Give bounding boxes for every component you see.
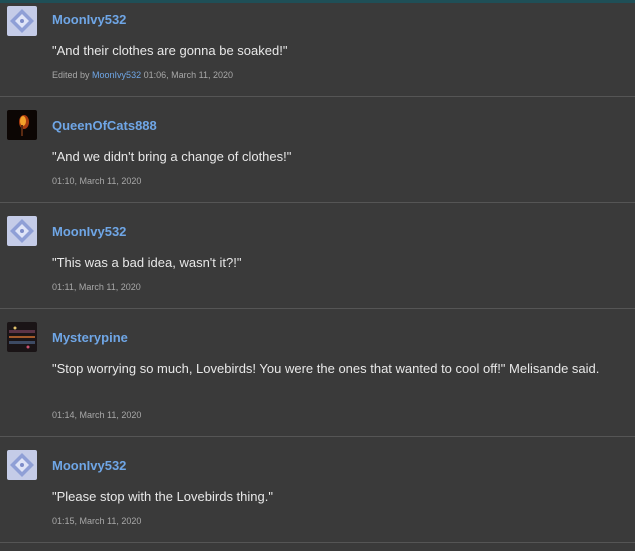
moonivy-avatar[interactable] (7, 6, 37, 36)
comment-author[interactable]: MoonIvy532 (52, 12, 126, 27)
comment-author[interactable]: Mysterypine (52, 330, 128, 345)
comment-timestamp: 01:15, March 11, 2020 (52, 516, 142, 526)
comment-message: "Stop worrying so much, Lovebirds! You w… (52, 361, 600, 376)
comment-message: "And their clothes are gonna be soaked!" (52, 43, 288, 58)
comment-timestamp: 01:10, March 11, 2020 (52, 176, 142, 186)
comment-post: QueenOfCats888 "And we didn't bring a ch… (0, 97, 635, 203)
comment-message: "Please stop with the Lovebirds thing." (52, 489, 273, 504)
comment-author[interactable]: MoonIvy532 (52, 224, 126, 239)
moonivy-avatar[interactable] (7, 450, 37, 480)
comment-post: MoonIvy532 "Please stop with the Lovebir… (0, 437, 635, 543)
comment-message: "This was a bad idea, wasn't it?!" (52, 255, 242, 270)
comment-timestamp: 01:11, March 11, 2020 (52, 282, 141, 292)
comment-author[interactable]: QueenOfCats888 (52, 118, 157, 133)
comment-post: MoonIvy532 "And their clothes are gonna … (0, 3, 635, 97)
comment-meta: 01:15, March 11, 2020 (52, 516, 141, 526)
comment-timestamp: 01:06, March 11, 2020 (143, 70, 233, 80)
comment-meta: 01:11, March 11, 2020 (52, 282, 141, 292)
comment-feed: MoonIvy532 "And their clothes are gonna … (0, 3, 635, 543)
comment-post: Mysterypine "Stop worrying so much, Love… (0, 309, 635, 437)
mysterypine-avatar[interactable] (7, 322, 37, 352)
comment-meta: 01:14, March 11, 2020 (52, 410, 141, 420)
edited-by-link[interactable]: MoonIvy532 (92, 70, 141, 80)
queenofcats-avatar[interactable] (7, 110, 37, 140)
comment-author[interactable]: MoonIvy532 (52, 458, 126, 473)
comment-message: "And we didn't bring a change of clothes… (52, 149, 292, 164)
comment-meta: 01:10, March 11, 2020 (52, 176, 141, 186)
comment-timestamp: 01:14, March 11, 2020 (52, 410, 142, 420)
comment-post: MoonIvy532 "This was a bad idea, wasn't … (0, 203, 635, 309)
edited-label: Edited by (52, 70, 90, 80)
comment-meta: Edited by MoonIvy532 01:06, March 11, 20… (52, 70, 233, 80)
moonivy-avatar[interactable] (7, 216, 37, 246)
